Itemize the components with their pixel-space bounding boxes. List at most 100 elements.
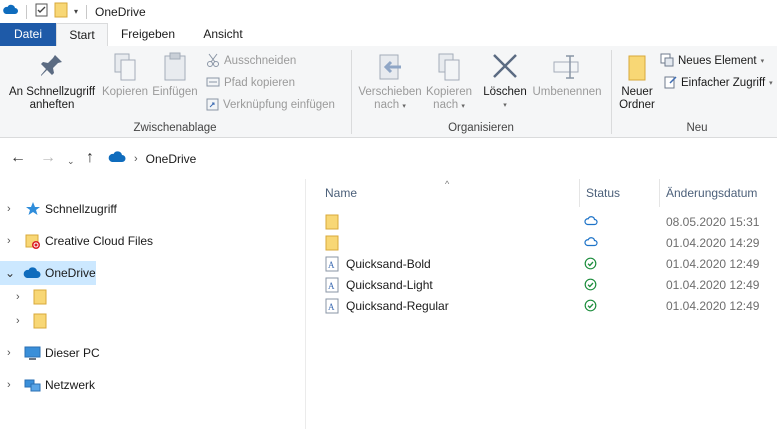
navigation-bar: ← → ⌄ ↑ › OneDrive bbox=[0, 139, 777, 179]
paste-shortcut-button[interactable]: Verknüpfung einfügen bbox=[206, 96, 335, 114]
copy-path-icon bbox=[206, 76, 220, 91]
file-row[interactable]: 08.05.2020 15:31 bbox=[307, 212, 777, 233]
file-name: Quicksand-Light bbox=[346, 278, 433, 292]
svg-text:A: A bbox=[328, 302, 335, 312]
back-arrow-icon[interactable]: ← bbox=[10, 149, 26, 167]
clipboard-group-label: Zwischenablage bbox=[133, 122, 217, 134]
copy-button[interactable]: Kopieren bbox=[100, 52, 150, 99]
cut-button[interactable]: Ausschneiden bbox=[206, 52, 296, 70]
sort-ascending-icon: ^ bbox=[445, 179, 450, 189]
paste-button[interactable]: Einfügen bbox=[150, 52, 200, 99]
breadcrumb-chevron-icon[interactable]: › bbox=[134, 153, 138, 165]
delete-button[interactable]: Löschen ▾ bbox=[480, 52, 530, 112]
creative-cloud-folder-icon bbox=[25, 233, 41, 252]
chevron-down-icon: ▾ bbox=[760, 58, 765, 65]
file-date: 01.04.2020 12:49 bbox=[666, 257, 760, 271]
rename-icon bbox=[530, 52, 604, 86]
folder-icon bbox=[33, 289, 47, 308]
synced-check-icon bbox=[584, 257, 597, 273]
file-row[interactable]: A Quicksand-Bold 01.04.2020 12:49 bbox=[307, 254, 777, 275]
new-item-label: Neues Element bbox=[678, 55, 757, 67]
move-to-label-2: nach bbox=[374, 99, 400, 111]
easy-access-button[interactable]: Einfacher Zugriff ▾ bbox=[664, 74, 773, 92]
copy-to-button[interactable]: Kopieren nach ▾ bbox=[424, 52, 474, 113]
tab-share[interactable]: Freigeben bbox=[112, 23, 184, 46]
tab-view[interactable]: Ansicht bbox=[190, 23, 256, 46]
nav-item-quick-access[interactable]: › Schnellzugriff bbox=[0, 197, 306, 221]
navigation-pane: › Schnellzugriff › Creative Cloud Files … bbox=[0, 179, 306, 429]
collapse-chevron-icon[interactable]: ⌄ bbox=[5, 266, 15, 280]
new-folder-label-1: Neuer bbox=[621, 86, 653, 98]
file-date: 08.05.2020 15:31 bbox=[666, 215, 760, 229]
expand-chevron-icon[interactable]: › bbox=[7, 347, 11, 359]
expand-chevron-icon[interactable]: › bbox=[7, 203, 11, 215]
column-header-status[interactable]: Status bbox=[586, 186, 620, 200]
file-row[interactable]: 01.04.2020 14:29 bbox=[307, 233, 777, 254]
folder-icon bbox=[325, 235, 339, 254]
column-divider[interactable] bbox=[579, 179, 580, 207]
column-divider[interactable] bbox=[659, 179, 660, 207]
rename-label: Umbenennen bbox=[532, 86, 602, 98]
tab-file[interactable]: Datei bbox=[0, 23, 56, 46]
nav-label: Netzwerk bbox=[45, 378, 96, 392]
pin-label-1: An Schnellzugriff bbox=[8, 86, 96, 98]
nav-item-onedrive-folder[interactable]: › bbox=[0, 309, 306, 333]
title-bar: ▾ OneDrive bbox=[0, 0, 777, 23]
copy-path-button[interactable]: Pfad kopieren bbox=[206, 74, 295, 92]
ribbon-tabs: Datei Start Freigeben Ansicht bbox=[0, 23, 777, 46]
chevron-down-icon: ▾ bbox=[769, 80, 773, 87]
expand-chevron-icon[interactable]: › bbox=[16, 315, 20, 327]
nav-item-creative-cloud[interactable]: › Creative Cloud Files bbox=[0, 229, 306, 253]
column-header-name[interactable]: Name bbox=[325, 186, 357, 200]
network-icon bbox=[24, 377, 41, 396]
chevron-down-icon: ▾ bbox=[503, 102, 507, 109]
expand-chevron-icon[interactable]: › bbox=[7, 235, 11, 247]
cloud-status-icon bbox=[584, 215, 598, 229]
pin-icon bbox=[4, 52, 100, 86]
expand-chevron-icon[interactable]: › bbox=[16, 291, 20, 303]
move-to-button[interactable]: Verschieben nach ▾ bbox=[356, 52, 424, 113]
chevron-down-icon: ▾ bbox=[402, 103, 406, 110]
new-folder-icon bbox=[614, 52, 660, 86]
onedrive-icon bbox=[108, 151, 126, 167]
file-name: Quicksand-Regular bbox=[346, 299, 449, 313]
synced-check-icon bbox=[584, 299, 597, 315]
forward-arrow-icon[interactable]: → bbox=[40, 149, 56, 167]
file-row[interactable]: A Quicksand-Light 01.04.2020 12:49 bbox=[307, 275, 777, 296]
column-header-date[interactable]: Änderungsdatum bbox=[666, 186, 757, 200]
new-item-button[interactable]: Neues Element ▾ bbox=[660, 52, 764, 70]
tab-start[interactable]: Start bbox=[56, 23, 108, 46]
svg-text:A: A bbox=[328, 260, 335, 270]
expand-chevron-icon[interactable]: › bbox=[7, 379, 11, 391]
file-name: Quicksand-Bold bbox=[346, 257, 431, 271]
new-group-label: Neu bbox=[686, 122, 708, 134]
address-bar[interactable]: › OneDrive bbox=[104, 147, 777, 171]
breadcrumb[interactable]: OneDrive bbox=[146, 152, 197, 166]
copy-to-label-2: nach bbox=[433, 99, 459, 111]
quick-access-toolbar: ▾ bbox=[0, 0, 89, 23]
file-row[interactable]: A Quicksand-Regular 01.04.2020 12:49 bbox=[307, 296, 777, 317]
pin-quick-access-button[interactable]: An Schnellzugriff anheften bbox=[4, 52, 100, 112]
computer-icon bbox=[24, 345, 41, 364]
nav-item-network[interactable]: › Netzwerk bbox=[0, 373, 306, 397]
properties-icon[interactable] bbox=[35, 3, 48, 20]
nav-item-onedrive-folder[interactable]: › bbox=[0, 285, 306, 309]
new-folder-button[interactable]: Neuer Ordner bbox=[614, 52, 660, 112]
copy-to-icon bbox=[424, 52, 474, 86]
nav-item-this-pc[interactable]: › Dieser PC bbox=[0, 341, 306, 365]
rename-button[interactable]: Umbenennen bbox=[530, 52, 604, 99]
font-file-icon: A bbox=[325, 277, 339, 296]
customize-qa-icon[interactable]: ▾ bbox=[74, 7, 78, 16]
new-folder-qa-icon[interactable] bbox=[54, 2, 68, 21]
up-arrow-icon[interactable]: ↑ bbox=[86, 149, 94, 167]
pin-label-2: anheften bbox=[29, 99, 75, 111]
new-folder-label-2: Ordner bbox=[619, 99, 655, 111]
file-date: 01.04.2020 14:29 bbox=[666, 236, 760, 250]
svg-text:A: A bbox=[328, 281, 335, 291]
copy-label: Kopieren bbox=[101, 86, 149, 98]
file-date: 01.04.2020 12:49 bbox=[666, 278, 760, 292]
recent-locations-chevron-icon[interactable]: ⌄ bbox=[67, 152, 75, 170]
file-date: 01.04.2020 12:49 bbox=[666, 299, 760, 313]
nav-item-onedrive[interactable]: ⌄ OneDrive bbox=[0, 261, 96, 285]
folder-icon bbox=[33, 313, 47, 332]
